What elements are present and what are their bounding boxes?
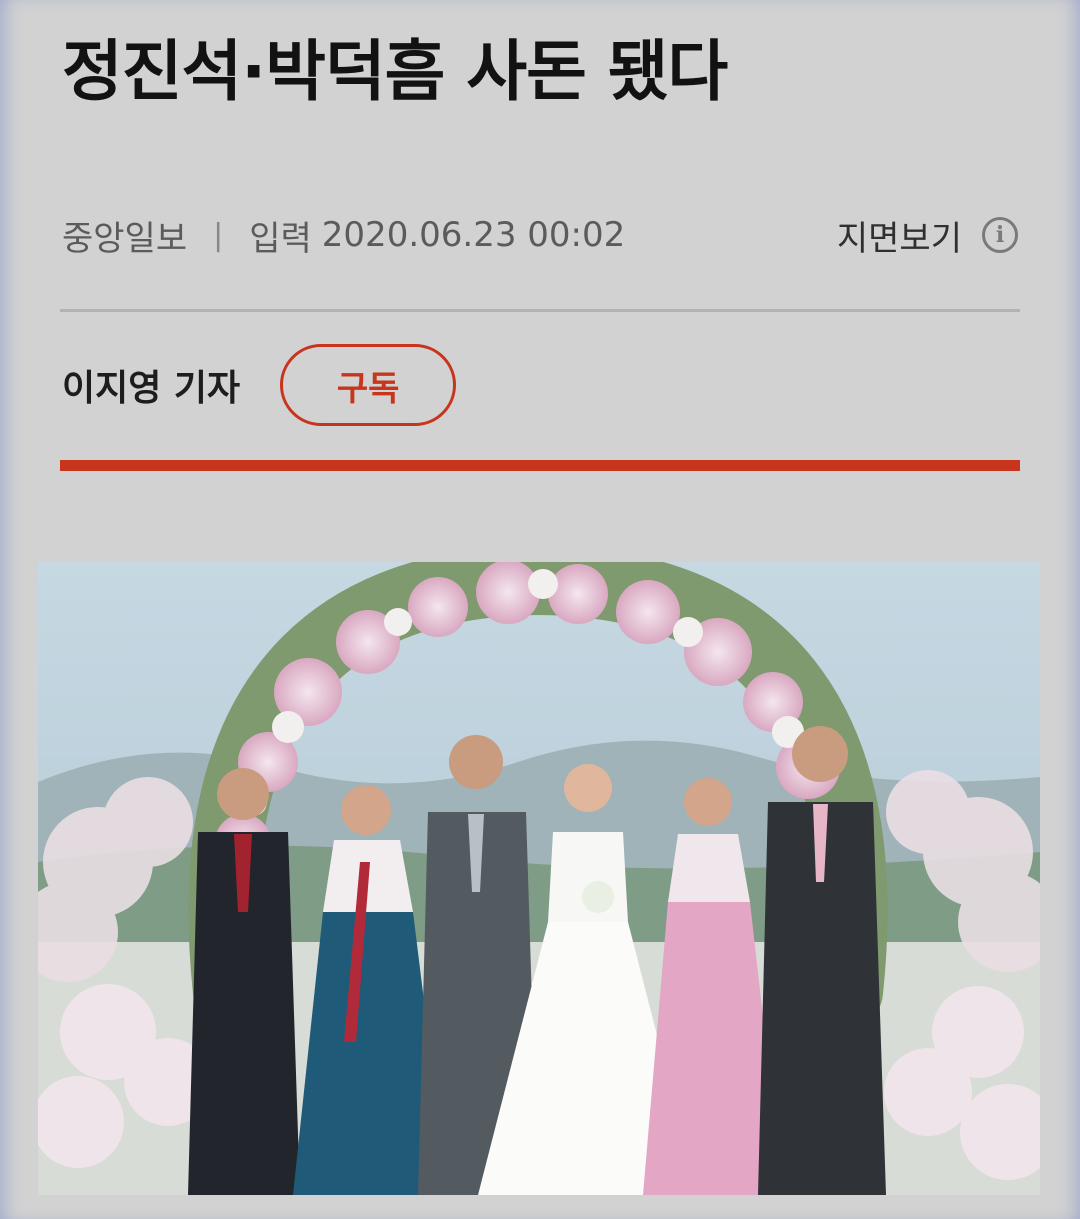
wedding-photo-illustration (38, 562, 1040, 1195)
subscribe-button[interactable]: 구독 (280, 344, 457, 426)
meta-separator: | (213, 217, 224, 253)
byline: 이지영 기자 구독 (62, 344, 457, 426)
publish-datetime: 2020.06.23 00:02 (321, 215, 626, 255)
article-photo[interactable] (38, 562, 1040, 1195)
info-icon[interactable]: i (982, 217, 1018, 253)
guest-figure (188, 768, 300, 1195)
reporter-name[interactable]: 이지영 기자 (62, 359, 240, 411)
article-meta: 중앙일보 | 입력 2020.06.23 00:02 지면보기 i (62, 210, 1018, 260)
input-label: 입력 (249, 218, 312, 259)
meta-divider (60, 309, 1020, 312)
publisher-name: 중앙일보 (62, 218, 188, 259)
article-headline: 정진석·박덕흠 사돈 됐다 (62, 33, 728, 110)
accent-bar (60, 460, 1020, 471)
print-view-button[interactable]: 지면보기 i (837, 211, 1018, 260)
article-page: 정진석·박덕흠 사돈 됐다 중앙일보 | 입력 2020.06.23 00:02… (0, 0, 1080, 1219)
print-view-label: 지면보기 (836, 218, 962, 259)
